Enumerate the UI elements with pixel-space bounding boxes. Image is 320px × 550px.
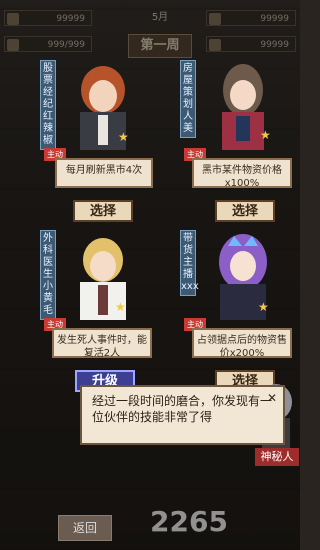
character-portrait <box>58 60 148 150</box>
select-button[interactable]: 选择 <box>215 200 275 222</box>
star-icon: ★ <box>115 300 126 314</box>
select-button[interactable]: 选择 <box>73 200 133 222</box>
companion-card-2: 房屋策划人美 ★ 主动 黑市某件物资价格 x100% 选择 <box>180 60 318 225</box>
card-title: 外科医生小黄毛 <box>40 230 56 320</box>
star-icon: ★ <box>258 300 269 314</box>
speaker-name: 神秘人 <box>255 448 299 466</box>
dialog-box[interactable]: 经过一段时间的磨合，你发现有一位伙伴的技能非常了得 ✕ <box>80 385 285 445</box>
character-portrait <box>58 230 148 320</box>
back-button[interactable]: 返回 <box>58 515 112 541</box>
card-title: 房屋策划人美 <box>180 60 196 138</box>
skill-description: 发生死人事件时，能复活2人 <box>52 328 152 359</box>
character-portrait <box>198 60 288 150</box>
dialog-text: 经过一段时间的磨合，你发现有一位伙伴的技能非常了得 <box>92 394 273 424</box>
skill-description: 占领据点后的物资售价x200% <box>192 328 292 359</box>
star-icon: ★ <box>260 128 271 142</box>
watermark: 2265 <box>150 505 228 538</box>
character-portrait <box>198 230 288 320</box>
skill-description: 黑市某件物资价格 x100% <box>192 158 292 189</box>
companion-card-3: 外科医生小黄毛 ★ 主动 发生死人事件时，能复活2人 升级 <box>40 230 178 395</box>
close-icon[interactable]: ✕ <box>265 391 279 405</box>
card-title: 股票经纪红辣椒 <box>40 60 56 150</box>
star-icon: ★ <box>118 130 129 144</box>
card-title: 带货主播xxx <box>180 230 199 296</box>
companion-card-1: 股票经纪红辣椒 ★ 主动 每月刷新黑市4次 选择 <box>40 60 178 225</box>
companion-card-4: 带货主播xxx ★ 主动 占领据点后的物资售价x200% 选择 <box>180 230 318 395</box>
skill-description: 每月刷新黑市4次 <box>55 158 153 188</box>
